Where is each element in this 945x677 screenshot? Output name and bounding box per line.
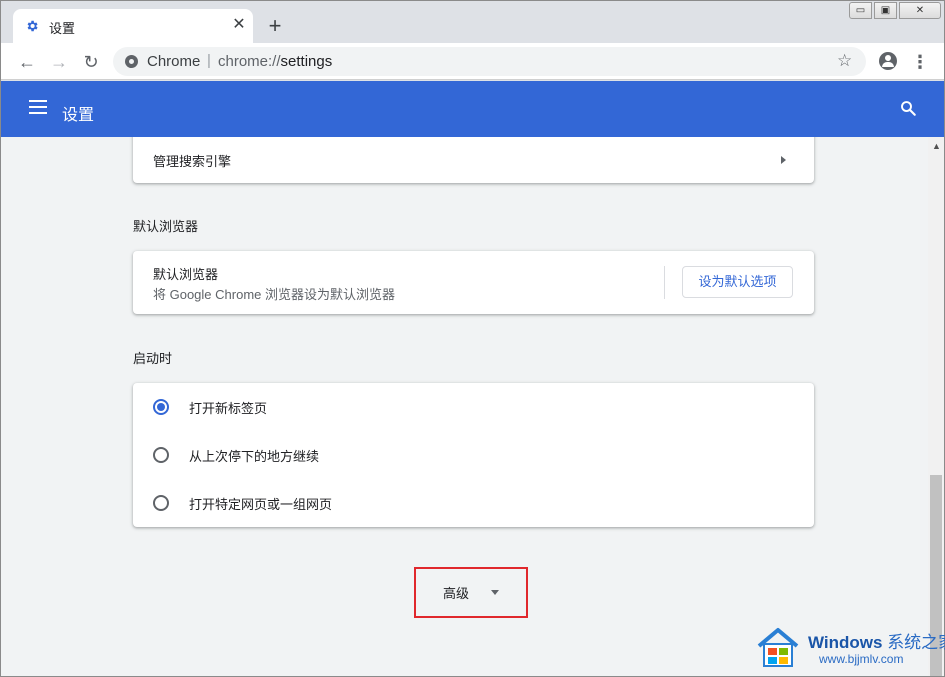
- kebab-menu-icon[interactable]: ⋮: [911, 50, 929, 74]
- minimize-button[interactable]: ▭: [849, 2, 872, 19]
- settings-gear-icon: [27, 20, 38, 32]
- search-engine-card: 管理搜索引擎: [133, 137, 814, 183]
- default-browser-card: 默认浏览器 将 Google Chrome 浏览器设为默认浏览器 设为默认选项: [133, 251, 814, 314]
- tab-title: 设置: [49, 21, 76, 36]
- search-icon[interactable]: [899, 99, 917, 117]
- section-title-startup: 启动时: [133, 351, 173, 366]
- radio-button[interactable]: [153, 495, 169, 511]
- radio-label: 从上次停下的地方继续: [189, 449, 320, 464]
- default-browser-label: 默认浏览器: [153, 267, 219, 282]
- watermark: Windows 系统之家 www.bjjmlv.com: [755, 624, 945, 674]
- tab-settings[interactable]: 设置 ✕: [13, 9, 253, 43]
- radio-label: 打开特定网页或一组网页: [189, 497, 333, 512]
- manage-search-engines-row[interactable]: 管理搜索引擎: [153, 151, 231, 170]
- profile-icon[interactable]: [879, 52, 897, 70]
- scroll-up-arrow-icon[interactable]: ▲: [932, 141, 941, 151]
- browser-window: 设置 ✕ + ▭ ▣ ✕ ← → ↻ Chrome | chrome://set…: [0, 0, 945, 677]
- advanced-label: 高级: [443, 586, 470, 601]
- house-logo-icon: [757, 628, 799, 667]
- arrow-right-icon[interactable]: [781, 156, 786, 164]
- omnibox-site-label: Chrome: [147, 53, 201, 70]
- hamburger-icon[interactable]: [29, 100, 47, 116]
- address-bar[interactable]: Chrome | chrome://settings ☆: [113, 47, 866, 76]
- omnibox-separator: |: [207, 52, 211, 69]
- make-default-button[interactable]: 设为默认选项: [682, 266, 793, 298]
- watermark-brand-en: Windows: [808, 633, 883, 652]
- scrollbar[interactable]: ▲: [928, 137, 944, 676]
- omnibox-url: chrome://settings: [218, 53, 332, 70]
- star-icon[interactable]: ☆: [837, 51, 852, 71]
- tab-strip: 设置 ✕ + ▭ ▣ ✕: [1, 1, 944, 43]
- watermark-brand: Windows 系统之家: [808, 628, 945, 653]
- site-info-icon[interactable]: [125, 55, 138, 68]
- forward-arrow-icon[interactable]: →: [47, 50, 71, 74]
- default-browser-sublabel: 将 Google Chrome 浏览器设为默认浏览器: [153, 287, 395, 302]
- window-close-button[interactable]: ✕: [899, 2, 941, 19]
- settings-content: 管理搜索引擎 默认浏览器 默认浏览器 将 Google Chrome 浏览器设为…: [1, 137, 928, 676]
- advanced-toggle-button[interactable]: 高级: [414, 567, 528, 618]
- startup-card: 打开新标签页 从上次停下的地方继续 打开特定网页或一组网页: [133, 383, 814, 527]
- caret-down-icon: [491, 590, 499, 595]
- maximize-button[interactable]: ▣: [874, 2, 897, 19]
- reload-icon[interactable]: ↻: [79, 50, 103, 74]
- close-icon[interactable]: ✕: [229, 15, 249, 35]
- radio-button-selected[interactable]: [153, 399, 169, 415]
- omnibox-scheme: chrome://: [218, 53, 281, 70]
- divider: [664, 266, 665, 299]
- settings-header: 设置: [1, 81, 944, 137]
- watermark-brand-cn: 系统之家: [887, 633, 945, 652]
- omnibox-path: settings: [280, 53, 333, 70]
- watermark-url: www.bjjmlv.com: [819, 652, 904, 666]
- plus-icon[interactable]: +: [263, 15, 287, 39]
- section-title-default-browser: 默认浏览器: [133, 219, 199, 234]
- radio-label: 打开新标签页: [189, 401, 268, 416]
- page-title: 设置: [62, 107, 95, 124]
- radio-button[interactable]: [153, 447, 169, 463]
- back-arrow-icon[interactable]: ←: [15, 50, 39, 74]
- browser-toolbar: ← → ↻ Chrome | chrome://settings ☆ ⋮: [1, 43, 944, 80]
